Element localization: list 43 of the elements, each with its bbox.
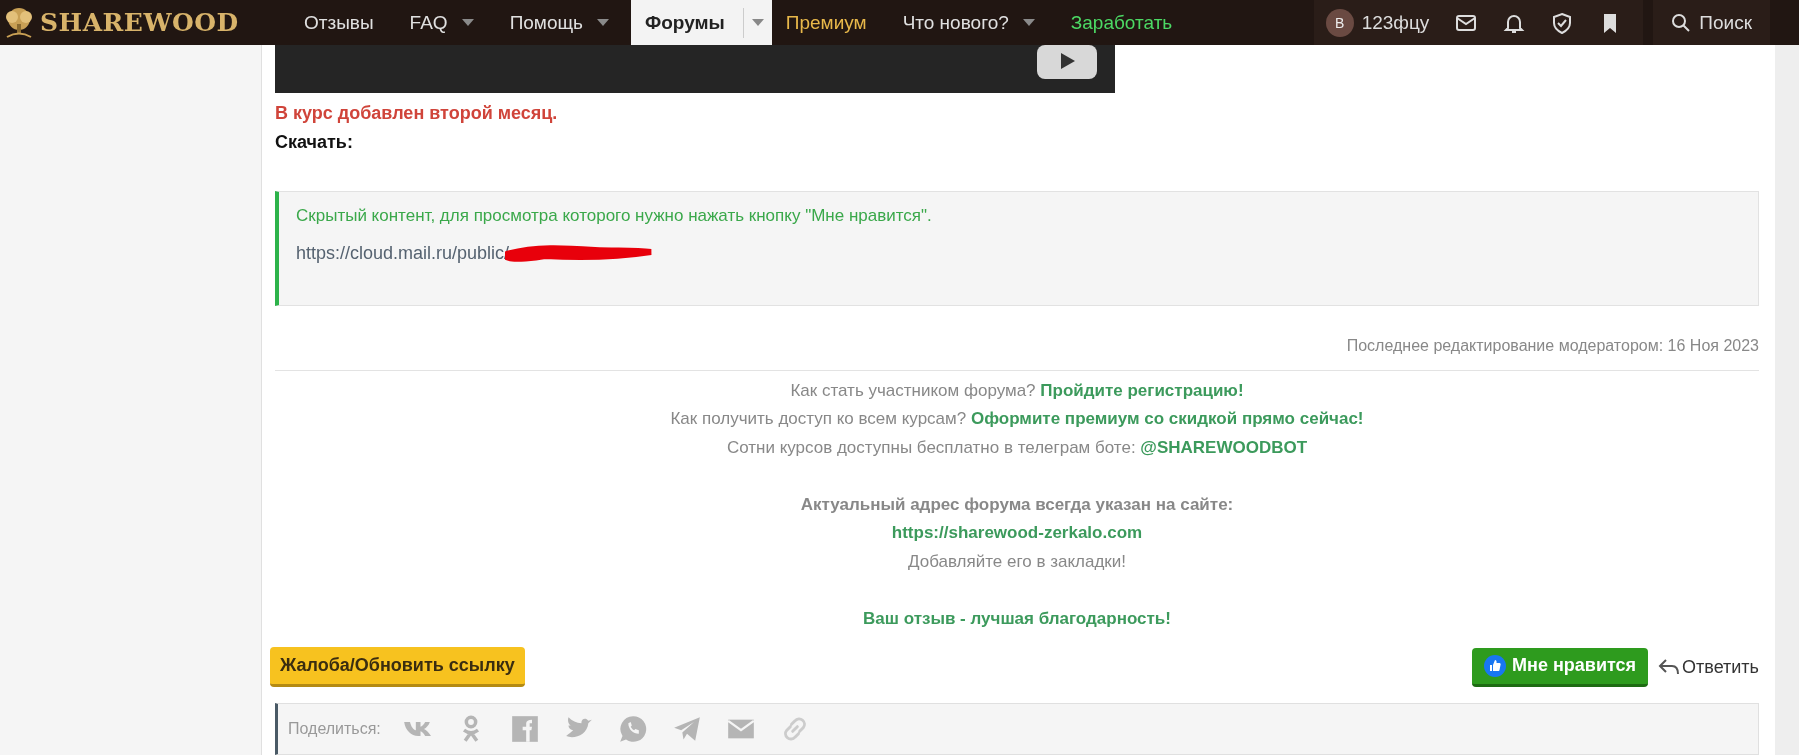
site-logo[interactable]: SHAREWOOD (40, 8, 239, 37)
nav-tab[interactable]: Заработать (1056, 0, 1195, 45)
reply-button[interactable]: Ответить (1658, 656, 1759, 678)
phone-bubble-icon[interactable] (618, 715, 647, 744)
address-hint: Добавляйте его в закладки! (906, 550, 1127, 573)
thumbs-up-icon (1484, 654, 1507, 677)
nav-tab-label: Форумы (645, 11, 725, 34)
nav-tab-label: FAQ (409, 11, 448, 34)
edit-note: Последнее редактирование модератором: 16 Ноя 2023 (1345, 335, 1759, 356)
promo-link[interactable]: Пройдите регистрацию! (1040, 380, 1244, 400)
promo-link[interactable]: @SHAREWOODBOT (1140, 437, 1308, 457)
reply-arrow-icon (1658, 658, 1681, 677)
address-title: Актуальный адрес форума всегда указан на сайте: (799, 493, 1235, 516)
link-url[interactable]: https://cloud.mail.ru/public/ (296, 242, 510, 264)
nav-tab-label: Что нового? (902, 11, 1009, 34)
promo-text: Как получить доступ ко всем курсам? Оформите премиум со скидкой прямо сейчас! (669, 408, 1365, 431)
search-button[interactable]: Поиск (1653, 0, 1770, 45)
nav-tab[interactable]: Форумы (631, 0, 772, 45)
nav-tab[interactable]: Премиум (771, 0, 889, 45)
nav-tab[interactable]: FAQ (395, 0, 496, 45)
play-button-icon (1037, 45, 1097, 79)
thanks-text: Ваш отзыв - лучшая благодарность! (863, 608, 1171, 628)
nav-tab[interactable]: Помощь (495, 0, 631, 45)
notice-text: В курс добавлен второй месяц. (275, 102, 559, 125)
download-label: Скачать: (275, 131, 354, 154)
promo-text: Сотни курсов доступны бесплатно в телеграм боте: @SHAREWOODBOT (725, 436, 1309, 459)
address-link[interactable]: https://sharewood-zerkalo.com (891, 523, 1143, 543)
like-button[interactable]: Мне нравится (1472, 647, 1649, 687)
avatar[interactable]: В (1325, 8, 1354, 37)
nav-tab[interactable]: Что нового? (888, 0, 1057, 45)
hidden-content-message: Скрытый контент, для просмотра которого нужно нажать кнопку "Мне нравится". (296, 205, 933, 227)
promo-link[interactable]: Оформите премиум со скидкой прямо сейчас! (970, 409, 1364, 429)
nav-tab[interactable]: Отзывы (290, 0, 396, 45)
square-f-icon[interactable] (510, 715, 539, 744)
nav-tab-label: Отзывы (304, 11, 374, 34)
nav-tab-label: Заработать (1070, 11, 1173, 34)
report-button[interactable]: Жалоба/Обновить ссылку (270, 647, 525, 688)
promo-text: Как стать участником форума? Пройдите регистрацию! (789, 379, 1245, 402)
shield-icon (1551, 11, 1574, 34)
share-label: Поделиться: (288, 720, 381, 739)
nav-tab-label: Помощь (509, 11, 583, 34)
search-icon (1671, 12, 1692, 33)
nav-tab-label: Премиум (785, 11, 867, 34)
